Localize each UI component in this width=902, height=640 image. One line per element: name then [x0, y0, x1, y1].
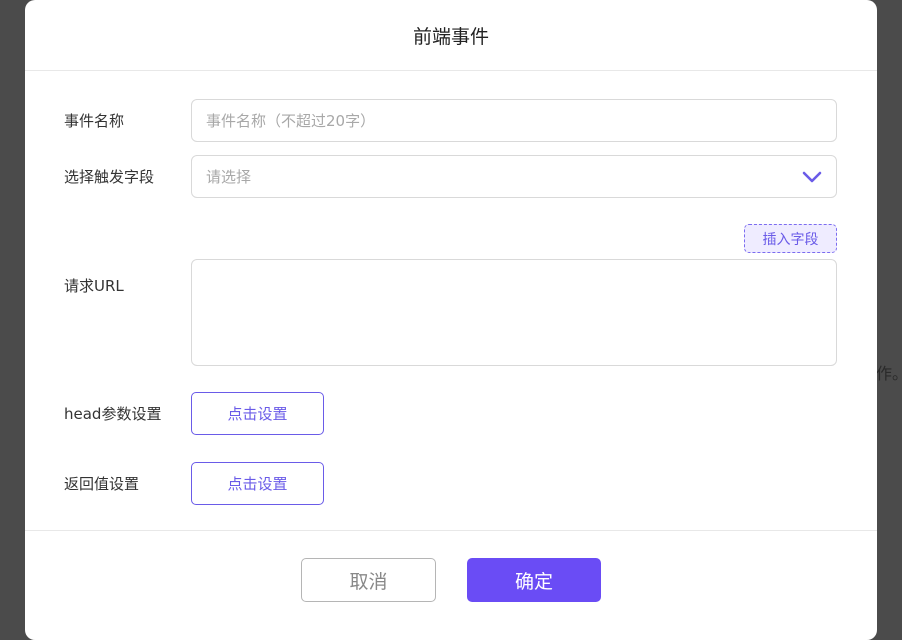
- trigger-field-select[interactable]: 请选择: [191, 155, 837, 198]
- trigger-field-label: 选择触发字段: [64, 168, 155, 186]
- trigger-field-placeholder: 请选择: [206, 168, 252, 186]
- event-name-input[interactable]: [191, 99, 837, 142]
- dialog-title: 前端事件: [412, 25, 489, 48]
- chevron-down-icon: [802, 167, 822, 187]
- head-params-settings-button[interactable]: 点击设置: [191, 392, 324, 435]
- event-name-label: 事件名称: [64, 112, 125, 130]
- cancel-button[interactable]: 取消: [301, 558, 436, 602]
- insert-field-button[interactable]: 插入字段: [744, 224, 837, 253]
- background-partial-text: 作。: [876, 364, 902, 383]
- frontend-event-dialog: 前端事件 事件名称 选择触发字段 请选择 插入字段 请求URL head参数设置…: [25, 0, 877, 640]
- footer-divider: [25, 530, 877, 531]
- return-value-settings-button[interactable]: 点击设置: [191, 462, 324, 505]
- request-url-textarea[interactable]: [191, 259, 837, 366]
- dialog-header: 前端事件: [25, 0, 877, 71]
- request-url-label: 请求URL: [64, 277, 124, 295]
- confirm-button[interactable]: 确定: [467, 558, 601, 602]
- head-params-label: head参数设置: [64, 405, 162, 423]
- return-value-label: 返回值设置: [64, 475, 140, 493]
